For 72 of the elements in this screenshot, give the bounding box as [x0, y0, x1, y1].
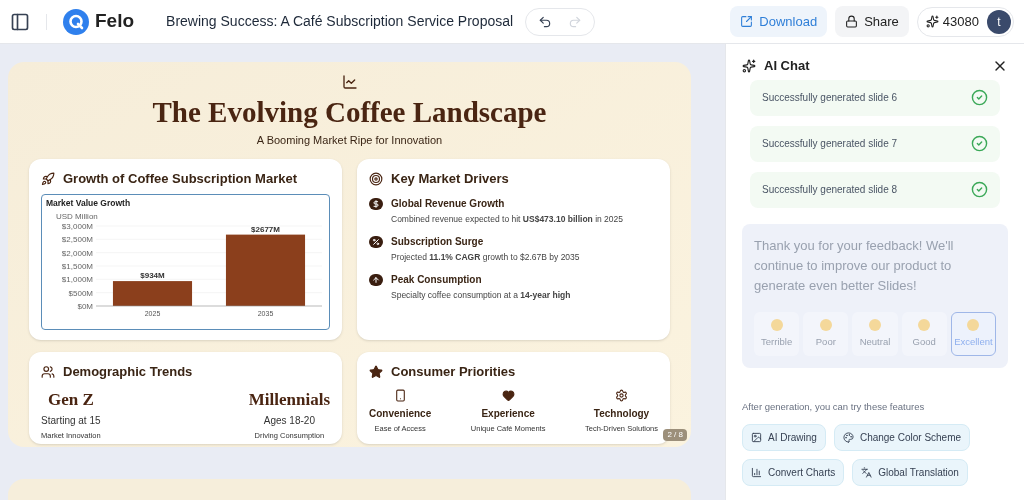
status-message: Successfully generated slide 7 — [750, 125, 1000, 162]
star-icon — [369, 364, 383, 379]
heart-icon — [501, 389, 515, 403]
dollar-icon — [369, 198, 383, 211]
people-icon — [41, 364, 55, 379]
export-icon — [740, 15, 754, 28]
feature-chip[interactable]: Convert Charts — [742, 459, 845, 486]
app-name: Felo — [95, 9, 135, 34]
card-heading: Growth of Coffee Subscription Market — [63, 169, 297, 188]
phone-icon — [393, 389, 407, 403]
check-icon — [971, 135, 988, 152]
sparkle-icon — [742, 58, 756, 73]
page-indicator: 2 / 8 — [663, 429, 687, 441]
slide-title: The Evolving Coffee Landscape — [152, 95, 547, 130]
tick-label: $2,500M — [61, 235, 93, 245]
undo-icon[interactable] — [538, 14, 553, 29]
sparkle-icon — [925, 15, 939, 28]
driver-title: Subscription Surge — [391, 235, 485, 249]
group-detail: Ages 18-20 — [263, 413, 315, 428]
feature-chip[interactable]: AI Drawing — [742, 424, 826, 451]
slide-subtitle: A Booming Market Ripe for Innovation — [256, 133, 443, 149]
tick-label: $2,000M — [61, 248, 93, 258]
tick-label: $500M — [68, 288, 93, 298]
feature-chip[interactable]: Change Color Scheme — [833, 424, 971, 451]
group-detail: Starting at 15 — [41, 413, 101, 428]
status-message: Successfully generated slide 8 — [750, 171, 1000, 208]
group-name: Gen Z — [47, 389, 94, 412]
chart-icon — [751, 467, 762, 478]
logo-icon — [63, 8, 89, 35]
driver-text: Combined revenue expected to hit US$473.10 billion in 2025 — [391, 213, 623, 226]
image-icon — [751, 432, 762, 443]
lock-icon — [845, 15, 859, 28]
sidebar-toggle-icon[interactable] — [10, 11, 30, 32]
group-name: Millennials — [248, 389, 330, 412]
driver-text: Projected 11.1% CAGR growth to $2.67B by 2035 — [391, 251, 580, 264]
driver-title: Peak Consumption — [391, 272, 483, 287]
translate-icon — [861, 467, 873, 478]
status-message: Successfully generated slide 6 — [750, 79, 1000, 116]
feedback-text: Thank you for your feedback! We'll continue to improve our product to generate even better Slides! — [754, 236, 955, 295]
features-intro: After generation, you can try these features — [742, 399, 926, 414]
palette-icon — [842, 432, 854, 443]
driver-text: Specialty coffee consumption at a 14-year high — [391, 288, 571, 302]
tick-label: $1,500M — [61, 262, 93, 271]
card-heading: Consumer Priorities — [391, 362, 516, 381]
tick-label: $3,000M — [61, 222, 93, 231]
rocket-icon — [41, 171, 55, 186]
priority-title: Convenience — [369, 407, 432, 422]
card-heading: Demographic Trends — [63, 362, 193, 381]
check-icon — [971, 89, 988, 106]
gear-icon — [615, 389, 628, 403]
check-icon — [971, 181, 988, 198]
tick-label: $0M — [77, 302, 93, 311]
priority-title: Experience — [481, 407, 535, 422]
document-title: Brewing Success: A Café Subscription Service Proposal — [166, 12, 514, 31]
chart-title: Market Value Growth — [46, 197, 132, 210]
priority-title: Technology — [593, 407, 650, 422]
feature-chip[interactable]: Global Translation — [852, 459, 968, 486]
value-label: $2677M — [251, 224, 280, 234]
axis-title: USD Million — [56, 212, 98, 221]
user-avatar[interactable]: t — [987, 9, 1011, 34]
driver-title: Global Revenue Growth — [391, 197, 506, 212]
panel-title: AI Chat — [764, 57, 810, 75]
card-heading: Key Market Drivers — [391, 169, 509, 188]
share-button[interactable]: Share — [835, 5, 909, 38]
percent-icon — [369, 236, 383, 248]
chart-line-icon — [341, 74, 358, 90]
tick-label: $1,000M — [61, 275, 93, 285]
download-button[interactable]: Download — [730, 5, 828, 38]
value-label: $934M — [140, 271, 165, 281]
target-icon — [369, 171, 383, 186]
credits-count: 43080 — [942, 12, 979, 31]
up-icon — [369, 273, 383, 286]
